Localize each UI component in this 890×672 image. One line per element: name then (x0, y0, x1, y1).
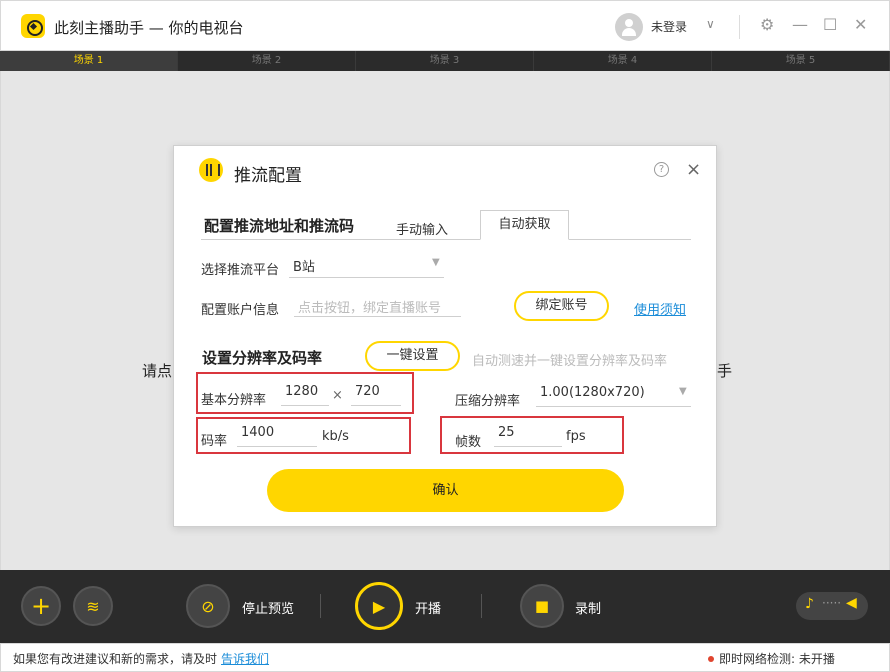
feedback-link[interactable]: 告诉我们 (221, 652, 269, 666)
tab-scene-4[interactable]: 场景 4 (534, 51, 712, 71)
platform-select[interactable]: B站 (289, 256, 444, 278)
auto-speedtest-hint: 自动测速并一键设置分辨率及码率 (472, 354, 668, 369)
fps-label: 帧数 (455, 435, 482, 450)
account-label: 配置账户信息 (201, 303, 280, 318)
start-stream-label[interactable]: 开播 (415, 598, 441, 617)
platform-value: B站 (293, 260, 315, 275)
account-field[interactable]: 点击按钮，绑定直播账号 (294, 297, 461, 317)
tab-divider (201, 239, 691, 240)
tab-auto-fetch[interactable]: 自动获取 (480, 210, 569, 240)
confirm-button[interactable]: 确认 (267, 469, 624, 512)
compress-resolution-label: 压缩分辨率 (455, 394, 521, 409)
stop-preview-button[interactable]: ⊘ (186, 584, 230, 628)
maximize-icon[interactable]: ☐ (823, 15, 837, 34)
tab-scene-5[interactable]: 场景 5 (712, 51, 890, 71)
network-status-dot (708, 656, 714, 662)
app-title: 此刻主播助手 — 你的电视台 (54, 19, 244, 37)
close-icon[interactable]: × (686, 159, 701, 180)
audio-controls: ♪ ····· ◀ (796, 592, 868, 620)
avatar[interactable] (615, 13, 643, 41)
settings-sliders-icon (199, 158, 223, 182)
play-icon: ▶ (372, 596, 386, 616)
network-label: 即时网络检测: (719, 652, 796, 666)
base-height-input[interactable]: 720 (351, 384, 401, 406)
canvas-prompt-left: 请点 (142, 362, 173, 380)
chevron-down-icon[interactable]: ∨ (706, 17, 715, 31)
tab-scene-2[interactable]: 场景 2 (178, 51, 356, 71)
tab-scene-1[interactable]: 场景 1 (0, 51, 178, 71)
dialog-title: 推流配置 (234, 166, 302, 186)
compress-resolution-select[interactable]: 1.00(1280x720) (536, 385, 691, 407)
bitrate-input[interactable]: 1400 (237, 425, 317, 447)
times-sign: × (332, 388, 343, 403)
record-label[interactable]: 录制 (575, 598, 601, 617)
stream-config-dialog: 推流配置 ? × 配置推流地址和推流码 手动输入 自动获取 选择推流平台 B站 … (173, 145, 717, 527)
dropdown-arrow-icon[interactable]: ▼ (679, 386, 687, 397)
feedback-message: 如果您有改进建议和新的需求，请及时 (13, 652, 218, 666)
scene-tabs: 场景 1 场景 2 场景 3 场景 4 场景 5 (0, 51, 890, 71)
stop-preview-label[interactable]: 停止预览 (242, 598, 294, 617)
add-source-button[interactable]: + (21, 586, 61, 626)
microphone-icon[interactable]: ♪ (805, 596, 814, 612)
usage-notice-link[interactable]: 使用须知 (634, 299, 686, 318)
help-icon[interactable]: ? (654, 162, 669, 177)
compress-resolution-value: 1.00(1280x720) (540, 385, 645, 400)
minimize-icon[interactable]: — (792, 15, 808, 34)
one-click-setup-button[interactable]: 一键设置 (365, 341, 460, 371)
fps-unit: fps (566, 429, 586, 444)
dropdown-arrow-icon[interactable]: ▼ (432, 257, 440, 268)
close-icon[interactable]: ✕ (854, 15, 867, 34)
canvas-prompt-right: 手 (717, 362, 733, 380)
gear-icon[interactable]: ⚙ (760, 15, 774, 34)
title-divider (739, 15, 740, 39)
feedback-text: 如果您有改进建议和新的需求，请及时 告诉我们 (13, 650, 269, 667)
bind-account-button[interactable]: 绑定账号 (514, 291, 609, 321)
fps-input[interactable]: 25 (494, 425, 562, 447)
status-bar: 如果您有改进建议和新的需求，请及时 告诉我们 即时网络检测: 未开播 (0, 643, 890, 672)
network-status: 即时网络检测: 未开播 (719, 650, 835, 667)
bitrate-unit: kb/s (322, 429, 349, 444)
title-bar: 此刻主播助手 — 你的电视台 未登录 ∨ ⚙ — ☐ ✕ (0, 0, 890, 51)
bitrate-label: 码率 (201, 434, 228, 449)
start-stream-button[interactable]: ▶ (355, 582, 403, 630)
platform-label: 选择推流平台 (201, 263, 280, 278)
eye-off-icon: ⊘ (201, 596, 215, 616)
layers-button[interactable]: ≋ (73, 586, 113, 626)
base-width-input[interactable]: 1280 (281, 384, 329, 406)
tab-manual-input[interactable]: 手动输入 (396, 219, 448, 238)
layers-icon: ≋ (86, 596, 100, 616)
base-resolution-label: 基本分辨率 (201, 393, 267, 408)
network-status-value: 未开播 (798, 652, 835, 666)
camera-icon: ■ (534, 597, 550, 615)
audio-level-dots: ····· (822, 596, 842, 610)
section-stream-address-title: 配置推流地址和推流码 (204, 217, 355, 235)
tab-scene-3[interactable]: 场景 3 (356, 51, 534, 71)
toolbar-divider (320, 594, 321, 618)
toolbar-divider (481, 594, 482, 618)
speaker-mute-icon[interactable]: ◀ (846, 595, 857, 611)
section-resolution-title: 设置分辨率及码率 (202, 349, 323, 367)
bottom-toolbar (0, 570, 890, 643)
record-button[interactable]: ■ (520, 584, 564, 628)
login-status[interactable]: 未登录 (651, 18, 687, 35)
app-logo-icon (21, 14, 45, 38)
plus-icon: + (30, 592, 52, 620)
